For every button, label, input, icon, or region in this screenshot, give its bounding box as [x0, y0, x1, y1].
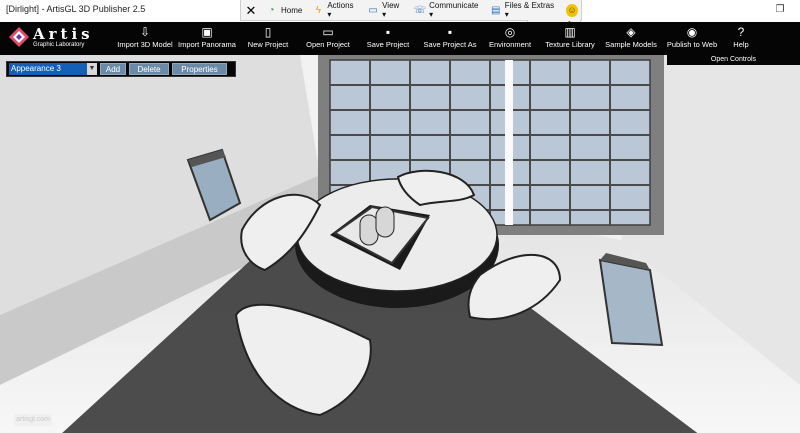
- window-title: [Dirlight] - ArtisGL 3D Publisher 2.5: [6, 4, 146, 14]
- tool-label: New Project: [247, 40, 289, 49]
- appearance-properties-button[interactable]: Properties: [172, 63, 227, 75]
- chevron-down-icon[interactable]: ▼: [87, 63, 97, 75]
- smiley-icon[interactable]: ☺: [565, 3, 578, 17]
- tool-label: Environment: [488, 40, 532, 49]
- folder-icon: ▤: [491, 4, 501, 16]
- cup-left: [359, 214, 379, 246]
- delete-appearance-button[interactable]: Delete: [129, 63, 169, 75]
- close-icon[interactable]: ✕: [245, 4, 257, 17]
- cup-right: [375, 206, 395, 238]
- remote-toolbar: ✕ ◔ Home ϟ Actions ▾ ▭ View ▾ ☏ Communic…: [240, 0, 582, 21]
- app-toolbar: Artis Graphic Laboratory ⇩ Import 3D Mod…: [0, 22, 800, 55]
- environment-icon: ◎: [504, 25, 516, 39]
- texture-library-button[interactable]: ▥ Texture Library: [544, 24, 596, 54]
- save-project-button[interactable]: ▪ Save Project: [362, 24, 414, 54]
- lightning-icon: ϟ: [315, 4, 321, 16]
- toolbar-home-label: Home: [281, 5, 303, 15]
- tool-label: Open Project: [306, 40, 350, 49]
- import-3d-model-button[interactable]: ⇩ Import 3D Model: [116, 24, 174, 54]
- toolbar-actions-label: Actions ▾: [327, 1, 354, 19]
- open-controls-toggle[interactable]: Open Controls: [667, 55, 800, 65]
- import-model-icon: ⇩: [139, 25, 151, 39]
- publish-to-web-button[interactable]: ◉ Publish to Web: [664, 24, 720, 54]
- toolbar-communicate[interactable]: ☏ Communicate ▾: [414, 1, 480, 19]
- help-button[interactable]: ? Help: [726, 24, 756, 54]
- logo-icon: [9, 27, 29, 47]
- tool-label: Sample Models: [605, 40, 657, 49]
- save-as-icon: ▪: [447, 25, 453, 39]
- logo-subtitle: Graphic Laboratory: [33, 42, 85, 48]
- watermark: artisgl.com: [14, 414, 52, 426]
- tool-label: Save Project As: [423, 40, 477, 49]
- texture-library-icon: ▥: [564, 25, 576, 39]
- toolbar-home[interactable]: ◔ Home: [265, 4, 302, 17]
- toolbar-files-label: Files & Extras ▾: [504, 1, 555, 19]
- phone-icon: ☏: [413, 4, 427, 16]
- artis-logo: Artis Graphic Laboratory: [9, 25, 109, 51]
- monitor-icon: ▭: [368, 4, 378, 16]
- tool-label: Save Project: [366, 40, 410, 49]
- tool-label: Help: [733, 40, 749, 49]
- tool-label: Import Panorama: [178, 40, 236, 49]
- toolbar-communicate-label: Communicate ▾: [429, 1, 479, 19]
- tool-label: Texture Library: [545, 40, 595, 49]
- toolbar-actions[interactable]: ϟ Actions ▾: [312, 1, 357, 19]
- open-project-button[interactable]: ▭ Open Project: [302, 24, 354, 54]
- panorama-icon: ▣: [201, 25, 213, 39]
- import-panorama-button[interactable]: ▣ Import Panorama: [176, 24, 238, 54]
- tool-label: Import 3D Model: [117, 40, 173, 49]
- save-project-as-button[interactable]: ▪ Save Project As: [420, 24, 480, 54]
- new-project-button[interactable]: ▯ New Project: [242, 24, 294, 54]
- 3d-viewport[interactable]: [0, 55, 800, 433]
- toolbar-view-label: View ▾: [382, 1, 400, 19]
- appearance-controls: Appearance 3 ▼ Add Delete Properties: [6, 61, 236, 77]
- toolbar-view[interactable]: ▭ View ▾: [367, 1, 403, 19]
- toolbar-files-extras[interactable]: ▤ Files & Extras ▾: [490, 1, 556, 19]
- publish-web-icon: ◉: [686, 25, 698, 39]
- sample-models-icon: ◈: [626, 25, 636, 39]
- home-icon: ◔: [268, 4, 275, 16]
- appearance-select[interactable]: Appearance 3 ▼: [9, 63, 97, 75]
- open-project-icon: ▭: [322, 25, 334, 39]
- logo-name: Artis: [33, 25, 94, 43]
- restore-button[interactable]: ❐: [768, 2, 792, 18]
- window-center-post: [505, 60, 513, 225]
- new-project-icon: ▯: [264, 25, 272, 39]
- appearance-selected-value: Appearance 3: [11, 64, 61, 73]
- add-appearance-button[interactable]: Add: [100, 63, 126, 75]
- environment-button[interactable]: ◎ Environment: [484, 24, 536, 54]
- tool-label: Publish to Web: [666, 40, 718, 49]
- save-project-icon: ▪: [385, 25, 391, 39]
- help-icon: ?: [737, 25, 745, 39]
- sample-models-button[interactable]: ◈ Sample Models: [603, 24, 659, 54]
